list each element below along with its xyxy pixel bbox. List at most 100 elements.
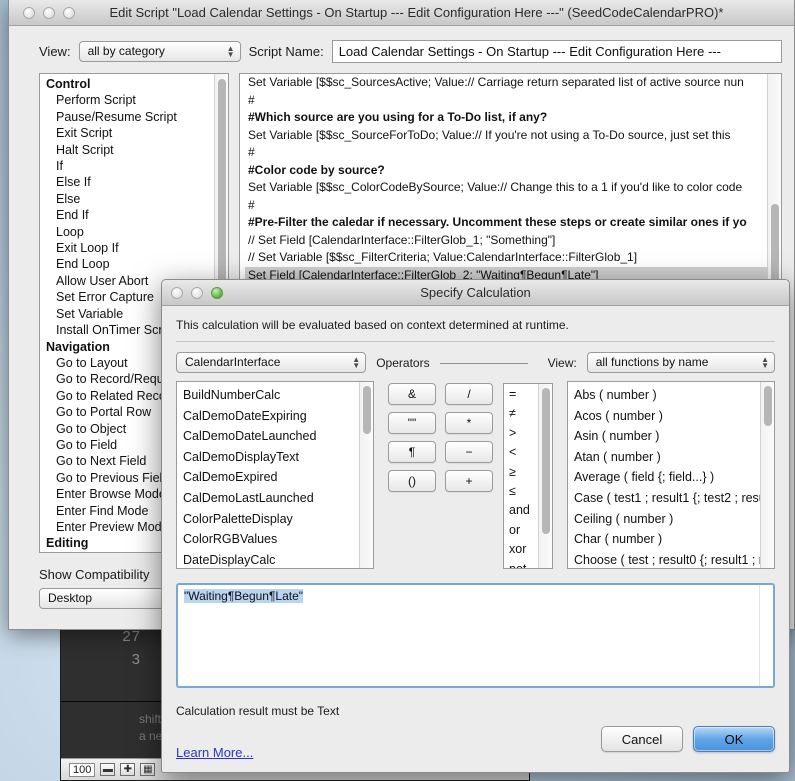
operator-button[interactable]: − — [445, 441, 493, 463]
comparison-list-scrollbar[interactable] — [538, 384, 552, 568]
field-list-item[interactable]: CalDemoExpired — [183, 467, 373, 488]
function-list-item[interactable]: Acos ( number ) — [574, 406, 774, 427]
operator-button[interactable]: "" — [388, 412, 436, 434]
function-list-item[interactable]: Case ( test1 ; result1 {; test2 ; resu..… — [574, 488, 774, 509]
view-dropdown[interactable]: all by category ▲ ▼ — [78, 41, 241, 62]
script-line[interactable]: // Set Field [CalendarInterface::FilterG… — [245, 232, 781, 250]
scrollbar-thumb[interactable] — [764, 386, 772, 426]
edit-script-window-title: Edit Script "Load Calendar Settings - On… — [109, 5, 724, 20]
script-step-item[interactable]: End Loop — [44, 256, 228, 272]
minimize-icon[interactable] — [191, 286, 203, 299]
close-icon[interactable] — [171, 286, 183, 299]
compatibility-dropdown-value: Desktop — [48, 591, 93, 605]
view-label: View: — [39, 44, 71, 59]
status-toolbar-toggle-icon[interactable]: ▦ — [140, 763, 156, 776]
script-step-item[interactable]: Exit Script — [44, 125, 228, 141]
table-occurrence-value: CalendarInterface — [185, 355, 281, 369]
operator-button[interactable]: / — [445, 383, 493, 405]
operator-button[interactable]: ¶ — [388, 441, 436, 463]
function-view-value: all functions by name — [595, 355, 709, 369]
script-step-item[interactable]: Loop — [44, 224, 228, 240]
script-line[interactable]: Set Variable [$$sc_SourceForToDo; Value:… — [245, 127, 781, 145]
script-step-category[interactable]: Control — [44, 76, 228, 92]
zoom-icon[interactable] — [211, 286, 223, 299]
minimize-icon[interactable] — [43, 6, 55, 19]
field-list-item[interactable]: ColorPaletteDisplay — [183, 509, 373, 530]
script-step-item[interactable]: Else If — [44, 174, 228, 190]
formula-area: "Waiting¶Begun¶Late" — [162, 569, 789, 688]
function-list-item[interactable]: Ceiling ( number ) — [574, 509, 774, 530]
script-step-item[interactable]: Perform Script — [44, 92, 228, 108]
function-list-item[interactable]: Average ( field {; field...} ) — [574, 467, 774, 488]
zoom-icon[interactable] — [63, 6, 75, 19]
script-step-item[interactable]: Else — [44, 191, 228, 207]
script-line[interactable]: # — [245, 197, 781, 215]
field-list-item[interactable]: CalDemoDateLaunched — [183, 426, 373, 447]
function-list-item[interactable]: Asin ( number ) — [574, 426, 774, 447]
calc-window-controls[interactable] — [162, 286, 223, 299]
field-list-scrollbar[interactable] — [359, 382, 373, 568]
script-name-input[interactable]: Load Calendar Settings - On Startup --- … — [331, 40, 782, 63]
ok-button[interactable]: OK — [693, 726, 775, 752]
operator-button[interactable]: * — [445, 412, 493, 434]
script-line[interactable]: # — [245, 144, 781, 162]
calendar-day: 3 — [131, 651, 141, 668]
calc-dialog-footer: Learn More... Cancel OK — [162, 716, 789, 772]
zoom-in-icon[interactable]: ✚ — [120, 763, 136, 776]
learn-more-link[interactable]: Learn More... — [176, 745, 253, 760]
script-line[interactable]: // Set Variable [$$sc_FilterCriteria; Va… — [245, 249, 781, 267]
script-line[interactable]: #Pre-Filter the caledar if necessary. Un… — [245, 214, 781, 232]
scrollbar-thumb[interactable] — [363, 386, 371, 434]
field-list-item[interactable]: BuildNumberCalc — [183, 385, 373, 406]
operator-button[interactable]: + — [445, 470, 493, 492]
script-step-item[interactable]: Halt Script — [44, 142, 228, 158]
view-dropdown-value: all by category — [87, 44, 165, 58]
script-step-item[interactable]: End If — [44, 207, 228, 223]
function-list-item[interactable]: Abs ( number ) — [574, 385, 774, 406]
close-icon[interactable] — [23, 6, 35, 19]
window-controls[interactable] — [9, 6, 75, 19]
zoom-out-icon[interactable]: ▬ — [100, 763, 116, 776]
comparison-operator-list[interactable]: = ≠ > < ≥ ≤ and or xor not — [503, 383, 553, 569]
function-list-item[interactable]: Atan ( number ) — [574, 447, 774, 468]
script-line[interactable]: Set Variable [$$sc_ColorCodeBySource; Va… — [245, 179, 781, 197]
operator-button[interactable]: () — [388, 470, 436, 492]
script-step-item[interactable]: Pause/Resume Script — [44, 109, 228, 125]
field-list-item[interactable]: CalDemoLastLaunched — [183, 488, 373, 509]
operators-rule — [439, 363, 528, 364]
calc-dialog-titlebar[interactable]: Specify Calculation — [162, 280, 789, 306]
field-list-item[interactable]: DateDisplayCalc — [183, 550, 373, 568]
formula-text: "Waiting¶Begun¶Late" — [184, 589, 304, 603]
chevron-updown-icon: ▲▼ — [761, 354, 769, 370]
formula-scrollbar[interactable] — [759, 585, 773, 686]
script-line[interactable]: Set Variable [$$sc_SourcesActive; Value:… — [245, 74, 781, 92]
chevron-updown-icon: ▲▼ — [352, 354, 361, 370]
function-list-item[interactable]: Choose ( test ; result0 {; result1 ; r..… — [574, 550, 774, 568]
script-step-item[interactable]: Exit Loop If — [44, 240, 228, 256]
operator-button[interactable]: & — [388, 383, 436, 405]
cancel-button[interactable]: Cancel — [601, 726, 683, 752]
field-list-item[interactable]: CalDemoDateExpiring — [183, 406, 373, 427]
scrollbar-thumb[interactable] — [542, 388, 550, 534]
function-list-item[interactable]: Char ( number ) — [574, 529, 774, 550]
formula-input[interactable]: "Waiting¶Begun¶Late" — [176, 583, 775, 688]
script-line[interactable]: #Which source are you using for a To-Do … — [245, 109, 781, 127]
specify-calculation-dialog[interactable]: Specify Calculation This calculation wil… — [161, 279, 790, 773]
field-list-item[interactable]: ColorRGBValues — [183, 529, 373, 550]
field-list-inner: BuildNumberCalc CalDemoDateExpiring CalDem… — [177, 382, 373, 568]
function-list-inner: Abs ( number ) Acos ( number ) Asin ( numb… — [568, 382, 774, 568]
scrollbar-thumb[interactable] — [218, 79, 226, 311]
function-list-scrollbar[interactable] — [760, 382, 774, 568]
script-line[interactable]: # — [245, 92, 781, 110]
script-line[interactable]: #Color code by source? — [245, 162, 781, 180]
function-view-dropdown[interactable]: all functions by name ▲ ▼ — [586, 352, 775, 373]
table-occurrence-dropdown[interactable]: CalendarInterface ▲ ▼ — [176, 352, 367, 373]
calc-context-note: This calculation will be evaluated based… — [176, 318, 569, 332]
field-list-item[interactable]: CalDemoDisplayText — [183, 447, 373, 468]
calc-dialog-title: Specify Calculation — [420, 285, 531, 300]
field-list[interactable]: BuildNumberCalc CalDemoDateExpiring CalDem… — [176, 381, 374, 569]
edit-script-titlebar[interactable]: Edit Script "Load Calendar Settings - On… — [9, 0, 794, 26]
script-step-item[interactable]: If — [44, 158, 228, 174]
function-list[interactable]: Abs ( number ) Acos ( number ) Asin ( numb… — [567, 381, 775, 569]
zoom-level-value[interactable]: 100 — [69, 762, 96, 777]
